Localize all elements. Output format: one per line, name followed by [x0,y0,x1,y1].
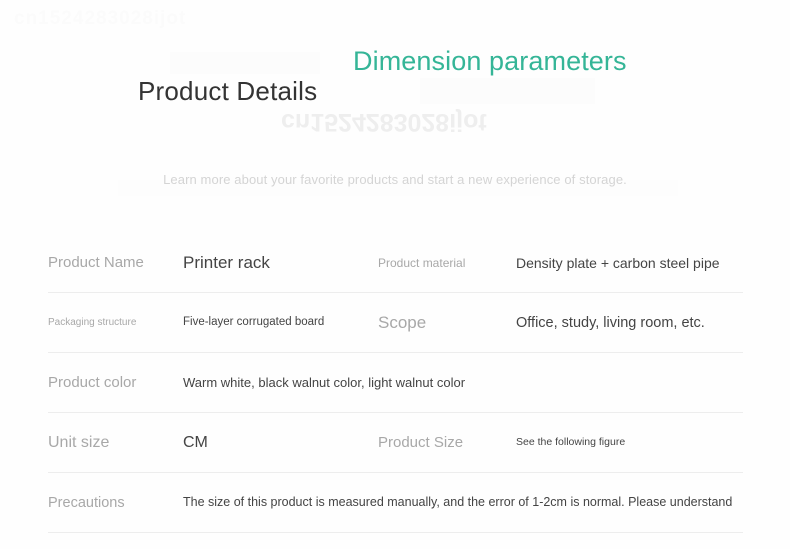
spec-value-product-name: Printer rack [183,252,270,272]
spec-value-unit-size: CM [183,433,208,451]
spec-label-product-color: Product color [48,374,137,391]
table-row: Product color Warm white, black walnut c… [48,353,743,413]
spec-value-precautions: The size of this product is measured man… [183,495,733,510]
spec-value-packaging-structure: Five-layer corrugated board [183,316,325,329]
spec-label-scope: Scope [378,312,427,332]
spec-value-product-size: See the following figure [516,435,626,448]
specification-table: Product Name Printer rack Product materi… [48,233,743,533]
spec-label-precautions: Precautions [48,494,125,511]
spec-label-packaging-structure: Packaging structure [48,317,137,328]
table-row: Product Name Printer rack Product materi… [48,233,743,293]
spec-value-scope: Office, study, living room, etc. [516,314,705,331]
page-header: Product Details Dimension parameters Lea… [0,34,790,187]
table-row: Precautions The size of this product is … [48,473,743,533]
spec-label-product-material: Product material [378,255,466,270]
spec-label-unit-size: Unit size [48,433,110,451]
spec-value-product-color: Warm white, black walnut color, light wa… [183,375,466,390]
spec-label-product-name: Product Name [48,254,144,271]
page-title-accent: Dimension parameters [353,46,627,76]
watermark-top: cn1524283028ijot [14,8,187,29]
product-details-page: cn1524283028ijot cn1524283028ijot Produc… [0,0,790,549]
spec-label-product-size: Product Size [378,434,464,451]
page-subtitle: Learn more about your favorite products … [163,172,627,187]
spec-value-product-material: Density plate + carbon steel pipe [516,254,720,271]
table-row: Packaging structure Five-layer corrugate… [48,293,743,353]
table-row: Unit size CM Product Size See the follow… [48,413,743,473]
page-title: Product Details [138,76,318,106]
